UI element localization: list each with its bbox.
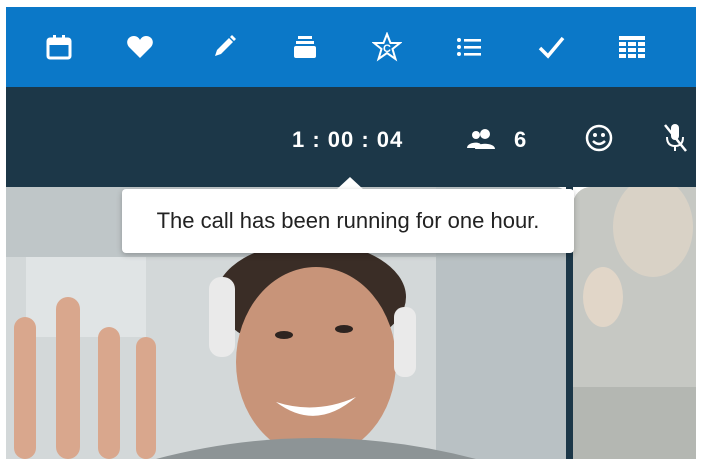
- participants-icon: [467, 129, 495, 149]
- duration-tooltip: The call has been running for one hour.: [122, 189, 574, 253]
- star-c-icon[interactable]: C: [367, 27, 407, 67]
- secondary-video-image: [573, 187, 696, 459]
- grid-table-icon[interactable]: [612, 27, 652, 67]
- smiley-icon[interactable]: [584, 123, 614, 153]
- app-frame: C 1 : 00 : 04 6 The call has been runnin…: [6, 7, 696, 459]
- inbox-stack-icon[interactable]: [285, 27, 325, 67]
- call-duration: 1 : 00 : 04: [292, 127, 404, 152]
- calendar-icon[interactable]: [39, 27, 79, 67]
- svg-text:C: C: [383, 43, 391, 55]
- checkmark-icon[interactable]: [531, 27, 571, 67]
- video-tile-secondary: [573, 187, 696, 459]
- participant-count: 6: [514, 127, 527, 152]
- mic-muted-icon[interactable]: [660, 121, 690, 155]
- pencil-icon[interactable]: [204, 27, 244, 67]
- list-icon[interactable]: [449, 27, 489, 67]
- call-status-bar: 1 : 00 : 04 6: [6, 87, 696, 187]
- heart-icon[interactable]: [120, 27, 160, 67]
- top-toolbar: C: [6, 7, 696, 87]
